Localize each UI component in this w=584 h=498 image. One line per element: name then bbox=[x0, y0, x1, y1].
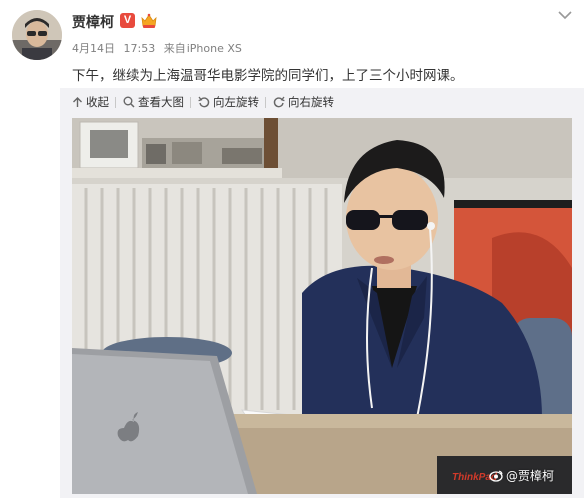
post-date[interactable]: 4月14日 bbox=[72, 42, 115, 55]
rotate-right-label: 向右旋转 bbox=[288, 95, 334, 109]
author-avatar[interactable] bbox=[12, 10, 62, 60]
arrow-up-icon bbox=[73, 97, 82, 107]
rotate-left-icon bbox=[198, 96, 210, 108]
collapse-button[interactable]: 收起 bbox=[72, 94, 109, 110]
rotate-right-icon bbox=[273, 96, 285, 108]
source-prefix: 来自 bbox=[163, 42, 186, 55]
image-watermark: @贾樟柯 bbox=[489, 467, 554, 484]
verified-icon: V bbox=[120, 13, 135, 28]
toolbar-divider bbox=[115, 96, 116, 108]
rotate-left-button[interactable]: 向左旋转 bbox=[198, 94, 259, 110]
view-large-label: 查看大图 bbox=[138, 95, 184, 109]
crown-badge-icon[interactable] bbox=[140, 12, 158, 29]
search-icon bbox=[123, 96, 135, 108]
image-toolbar: 收起 查看大图 向左旋转 向右旋转 bbox=[72, 93, 352, 111]
chevron-down-icon[interactable] bbox=[558, 10, 572, 20]
author-name[interactable]: 贾樟柯 bbox=[72, 12, 114, 32]
toolbar-divider bbox=[265, 96, 266, 108]
photo-illustration: ThinkPad bbox=[72, 118, 572, 494]
post-time[interactable]: 17:53 bbox=[124, 42, 156, 55]
avatar-photo bbox=[12, 10, 62, 60]
post-meta: 4月14日 17:53 来自iPhone XS bbox=[72, 40, 247, 56]
source-device[interactable]: iPhone XS bbox=[187, 42, 242, 55]
weibo-post-card: 贾樟柯 V 4月14日 17:53 来自iPhone XS 下午，继续为上海温哥… bbox=[0, 0, 584, 498]
toolbar-divider bbox=[190, 96, 191, 108]
post-photo[interactable]: ThinkPad @贾樟柯 bbox=[72, 118, 572, 494]
rotate-left-label: 向左旋转 bbox=[213, 95, 259, 109]
watermark-text: @贾樟柯 bbox=[505, 469, 554, 483]
collapse-label: 收起 bbox=[86, 95, 109, 109]
rotate-right-button[interactable]: 向右旋转 bbox=[273, 94, 334, 110]
view-large-button[interactable]: 查看大图 bbox=[123, 94, 184, 110]
weibo-eye-icon bbox=[489, 470, 503, 482]
post-text: 下午，继续为上海温哥华电影学院的同学们，上了三个小时网课。 bbox=[72, 68, 464, 84]
